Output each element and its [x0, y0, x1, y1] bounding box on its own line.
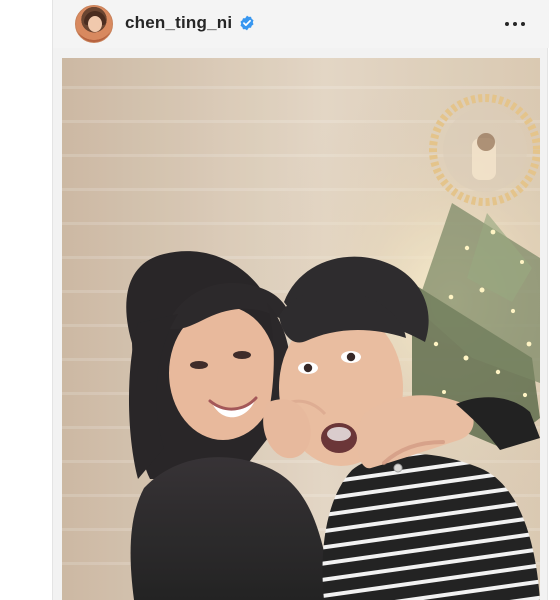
- page: chen_ting_ni: [0, 0, 560, 600]
- more-options-icon[interactable]: [503, 14, 527, 34]
- verified-badge-icon: [239, 15, 255, 31]
- avatar-icon[interactable]: [75, 5, 113, 43]
- post-header: chen_ting_ni: [53, 0, 549, 48]
- photo-illustration: [62, 58, 540, 600]
- post-photo[interactable]: [62, 58, 540, 600]
- more-dot: [521, 22, 525, 26]
- username-label[interactable]: chen_ting_ni: [125, 13, 232, 33]
- more-dot: [513, 22, 517, 26]
- more-dot: [505, 22, 509, 26]
- username-container: chen_ting_ni: [125, 13, 255, 33]
- instagram-post: chen_ting_ni: [52, 0, 549, 600]
- avatar-face: [88, 16, 102, 32]
- soft-filter: [62, 58, 540, 600]
